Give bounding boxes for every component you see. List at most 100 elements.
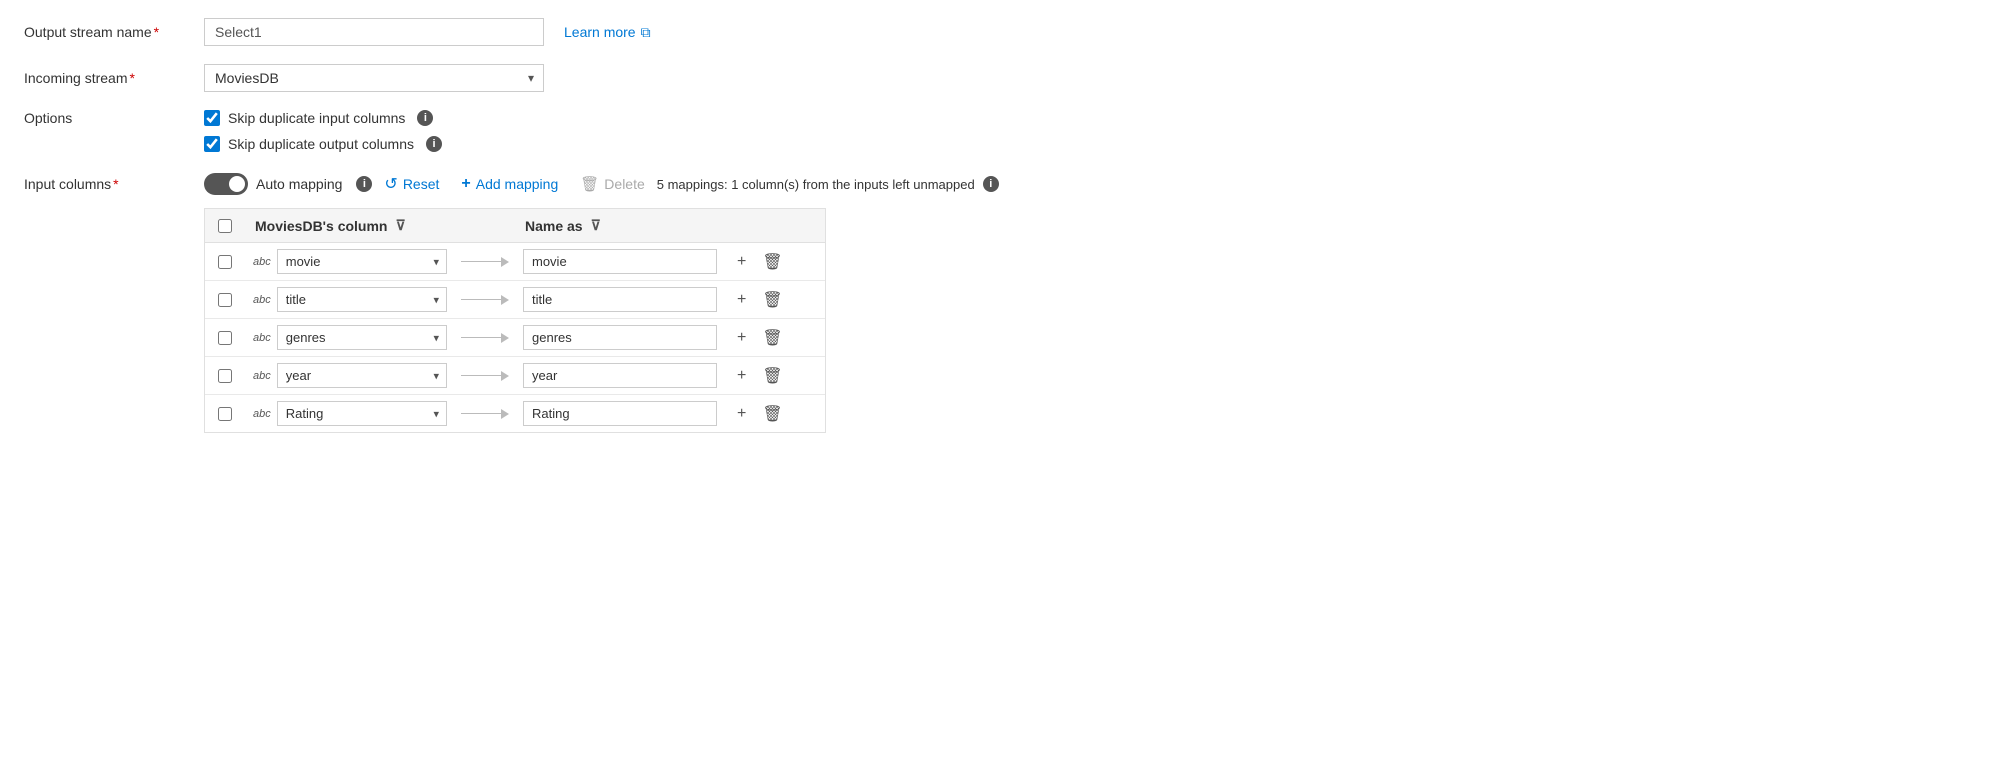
add-row-button-2[interactable]: + [733,327,750,349]
name-as-cell-3 [515,363,725,388]
source-cell-4: abcmovietitlegenresyearRating▾ [245,401,455,426]
row-checkbox-0 [205,255,245,269]
mapping-status-info-icon: i [983,176,999,192]
source-select-4[interactable]: movietitlegenresyearRating [277,401,447,426]
table-row: abcmovietitlegenresyearRating▾ + 🗑 [205,243,825,281]
row-actions-2: + 🗑 [725,326,825,350]
row-checkbox-1 [205,293,245,307]
source-cell-3: abcmovietitlegenresyearRating▾ [245,363,455,388]
row-checkbox-4 [205,407,245,421]
external-link-icon: ⧉ [641,24,651,41]
row-checkbox-input-0[interactable] [218,255,232,269]
table-row: abcmovietitlegenresyearRating▾ + 🗑 [205,395,825,432]
delete-row-button-0[interactable]: 🗑 [758,250,786,274]
source-col-header: MoviesDB's column ⊽ [245,217,455,234]
add-row-button-1[interactable]: + [733,289,750,311]
arrow-line [461,295,509,305]
row-checkbox-input-1[interactable] [218,293,232,307]
row-checkbox-2 [205,331,245,345]
name-as-input-4[interactable] [523,401,717,426]
delete-icon: 🗑 [580,175,599,193]
add-row-button-4[interactable]: + [733,403,750,425]
row-actions-1: + 🗑 [725,288,825,312]
select-all-checkbox[interactable] [218,219,232,233]
header-checkbox-cell [205,219,245,233]
name-as-cell-4 [515,401,725,426]
output-stream-row: Output stream name* Learn more ⧉ [24,18,1980,46]
arrow-line [461,257,509,267]
row-checkbox-input-4[interactable] [218,407,232,421]
options-row: Options Skip duplicate input columns i S… [24,110,1980,152]
mapping-status: 5 mappings: 1 column(s) from the inputs … [657,176,999,192]
add-mapping-button[interactable]: + Add mapping [451,171,568,197]
source-cell-1: abcmovietitlegenresyearRating▾ [245,287,455,312]
output-stream-label: Output stream name* [24,24,204,40]
learn-more-link[interactable]: Learn more ⧉ [564,24,651,41]
mapping-rows: abcmovietitlegenresyearRating▾ + 🗑 abcmo… [205,243,825,432]
abc-badge: abc [253,370,271,382]
reset-button[interactable]: ↺ Reset [374,170,449,198]
delete-row-button-1[interactable]: 🗑 [758,288,786,312]
source-cell-0: abcmovietitlegenresyearRating▾ [245,249,455,274]
toolbar-actions: Auto mapping i ↺ Reset + Add mapping 🗑 D… [204,170,999,198]
arrow-cell-3 [455,371,515,381]
table-row: abcmovietitlegenresyearRating▾ + 🗑 [205,357,825,395]
options-label: Options [24,110,204,126]
row-actions-4: + 🗑 [725,402,825,426]
incoming-stream-select-wrapper: MoviesDB ▾ [204,64,544,92]
skip-duplicate-output-label: Skip duplicate output columns [228,136,414,152]
auto-mapping-toggle-wrapper: Auto mapping i [204,173,372,195]
source-filter-icon[interactable]: ⊽ [395,217,405,234]
input-columns-label: Input columns* [24,176,204,192]
arrow-cell-0 [455,257,515,267]
add-icon: + [461,175,470,193]
name-as-cell-1 [515,287,725,312]
name-as-filter-icon[interactable]: ⊽ [591,217,601,234]
row-checkbox-input-3[interactable] [218,369,232,383]
arrow-cell-4 [455,409,515,419]
delete-row-button-3[interactable]: 🗑 [758,364,786,388]
source-select-1[interactable]: movietitlegenresyearRating [277,287,447,312]
skip-duplicate-input-label: Skip duplicate input columns [228,110,405,126]
delete-button[interactable]: 🗑 Delete [570,171,655,197]
auto-mapping-toggle[interactable] [204,173,248,195]
arrow-line [461,333,509,343]
delete-row-button-2[interactable]: 🗑 [758,326,786,350]
row-checkbox-3 [205,369,245,383]
options-section: Skip duplicate input columns i Skip dupl… [204,110,442,152]
skip-input-info-icon: i [417,110,433,126]
abc-badge: abc [253,408,271,420]
row-actions-3: + 🗑 [725,364,825,388]
abc-badge: abc [253,294,271,306]
skip-output-info-icon: i [426,136,442,152]
source-cell-2: abcmovietitlegenresyearRating▾ [245,325,455,350]
table-row: abcmovietitlegenresyearRating▾ + 🗑 [205,319,825,357]
name-as-cell-2 [515,325,725,350]
abc-badge: abc [253,256,271,268]
incoming-stream-label: Incoming stream* [24,70,204,86]
source-select-0[interactable]: movietitlegenresyearRating [277,249,447,274]
skip-duplicate-output-checkbox[interactable] [204,136,220,152]
input-columns-row: Input columns* Auto mapping i ↺ Reset [24,170,1980,433]
name-as-input-0[interactable] [523,249,717,274]
row-actions-0: + 🗑 [725,250,825,274]
name-as-input-2[interactable] [523,325,717,350]
name-as-input-1[interactable] [523,287,717,312]
source-select-3[interactable]: movietitlegenresyearRating [277,363,447,388]
delete-row-button-4[interactable]: 🗑 [758,402,786,426]
reset-icon: ↺ [384,174,397,194]
main-container: Output stream name* Learn more ⧉ Incomin… [0,0,2004,451]
arrow-cell-2 [455,333,515,343]
name-as-input-3[interactable] [523,363,717,388]
output-stream-input[interactable] [204,18,544,46]
incoming-stream-select[interactable]: MoviesDB [204,64,544,92]
add-row-button-3[interactable]: + [733,365,750,387]
add-row-button-0[interactable]: + [733,251,750,273]
skip-duplicate-input-checkbox[interactable] [204,110,220,126]
auto-mapping-label: Auto mapping [256,176,342,192]
skip-duplicate-output-row: Skip duplicate output columns i [204,136,442,152]
skip-duplicate-input-row: Skip duplicate input columns i [204,110,442,126]
source-select-2[interactable]: movietitlegenresyearRating [277,325,447,350]
name-as-col-header: Name as ⊽ [515,217,725,234]
row-checkbox-input-2[interactable] [218,331,232,345]
